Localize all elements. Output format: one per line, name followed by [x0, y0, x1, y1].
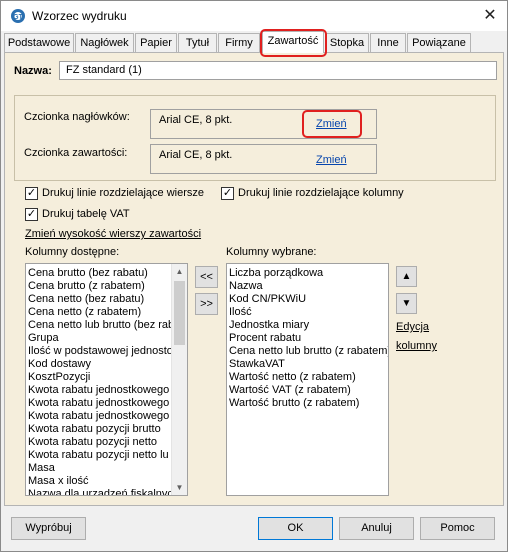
selected-items: Liczba porządkowa Nazwa Kod CN/PKWiU Ilo… — [227, 264, 388, 410]
tab-highlight-marker — [260, 29, 327, 57]
list-item[interactable]: Masa — [26, 462, 187, 475]
preview-button[interactable]: Wypróbuj — [11, 517, 86, 540]
row-height-link[interactable]: Zmień wysokość wierszy zawartości — [25, 228, 201, 240]
content-font-change-link[interactable]: Zmień — [316, 154, 347, 166]
list-item[interactable]: Cena netto (bez rabatu) — [26, 293, 187, 306]
list-item[interactable]: Kod dostawy — [26, 358, 187, 371]
list-item[interactable]: Wartość VAT (z rabatem) — [227, 384, 388, 397]
edit-columns-link-line2[interactable]: kolumny — [396, 340, 437, 352]
list-item[interactable]: Kwota rabatu pozycji netto lu — [26, 449, 187, 462]
move-up-icon[interactable]: ▲ — [396, 266, 417, 287]
list-item[interactable]: Kwota rabatu jednostkowego — [26, 384, 187, 397]
tab-inne[interactable]: Inne — [370, 33, 406, 52]
available-items: Cena brutto (bez rabatu) Cena brutto (z … — [26, 264, 187, 495]
list-item[interactable]: KosztPozycji — [26, 371, 187, 384]
tab-podstawowe[interactable]: Podstawowe — [4, 33, 74, 52]
content-font-value: Arial CE, 8 pkt. — [159, 149, 233, 161]
vat-table-label: Drukuj tabelę VAT — [42, 208, 130, 220]
scroll-thumb[interactable] — [174, 281, 185, 345]
add-column-button[interactable]: >> — [195, 293, 218, 315]
cancel-button[interactable]: Anuluj — [339, 517, 414, 540]
tab-naglowek[interactable]: Nagłówek — [75, 33, 134, 52]
tab-papier[interactable]: Papier — [135, 33, 177, 52]
name-input[interactable]: FZ standard (1) — [59, 61, 497, 80]
tab-firmy[interactable]: Firmy — [218, 33, 260, 52]
tab-stopka[interactable]: Stopka — [325, 33, 369, 52]
vat-table-checkbox[interactable]: ✓ — [25, 208, 38, 221]
window-title: Wzorzec wydruku — [32, 9, 127, 23]
edit-columns-link-line1[interactable]: Edycja — [396, 321, 429, 333]
list-item[interactable]: Kwota rabatu jednostkowego — [26, 397, 187, 410]
move-down-icon[interactable]: ▼ — [396, 293, 417, 314]
list-item[interactable]: Cena brutto (z rabatem) — [26, 280, 187, 293]
app-logo-icon: GT — [11, 9, 25, 23]
list-item[interactable]: Grupa — [26, 332, 187, 345]
list-item[interactable]: Ilość — [227, 306, 388, 319]
scroll-down-icon[interactable]: ▼ — [172, 480, 187, 495]
selected-columns-label: Kolumny wybrane: — [226, 246, 317, 258]
col-lines-checkbox[interactable]: ✓ — [221, 187, 234, 200]
content-font-label: Czcionka zawartości: — [24, 147, 128, 159]
tab-powiazane[interactable]: Powiązane — [407, 33, 471, 52]
list-item[interactable]: Ilość w podstawowej jednosto — [26, 345, 187, 358]
list-item[interactable]: Kwota rabatu jednostkowego — [26, 410, 187, 423]
list-item[interactable]: Jednostka miary — [227, 319, 388, 332]
list-item[interactable]: Nazwa — [227, 280, 388, 293]
svg-text:GT: GT — [13, 14, 23, 21]
remove-column-button[interactable]: << — [195, 266, 218, 288]
name-label: Nazwa: — [14, 65, 52, 77]
list-item[interactable]: Procent rabatu — [227, 332, 388, 345]
ok-button[interactable]: OK — [258, 517, 333, 540]
content-font-box: Arial CE, 8 pkt. Zmień — [150, 144, 377, 174]
header-font-label: Czcionka nagłówków: — [24, 111, 130, 123]
available-columns-label: Kolumny dostępne: — [25, 246, 120, 258]
selected-columns-list[interactable]: Liczba porządkowa Nazwa Kod CN/PKWiU Ilo… — [226, 263, 389, 496]
title-bar[interactable]: GT Wzorzec wydruku ✕ — [1, 1, 507, 31]
close-icon[interactable]: ✕ — [479, 5, 501, 27]
help-button[interactable]: Pomoc — [420, 517, 495, 540]
dialog-window: GT Wzorzec wydruku ✕ Podstawowe Nagłówek… — [0, 0, 508, 552]
available-list-scrollbar[interactable]: ▲ ▼ — [171, 264, 187, 495]
list-item[interactable]: Nazwa dla urządzeń fiskalnych — [26, 488, 187, 495]
header-font-value: Arial CE, 8 pkt. — [159, 114, 233, 126]
list-item[interactable]: Kwota rabatu pozycji netto — [26, 436, 187, 449]
list-item[interactable]: Kod CN/PKWiU — [227, 293, 388, 306]
scroll-up-icon[interactable]: ▲ — [172, 264, 187, 279]
list-item[interactable]: Cena netto lub brutto (z rabatem) — [227, 345, 388, 358]
content-panel: Nazwa: FZ standard (1) Czcionka nagłówkó… — [4, 52, 504, 506]
row-lines-label: Drukuj linie rozdzielające wiersze — [42, 187, 205, 199]
tab-tytul[interactable]: Tytuł — [178, 33, 217, 52]
list-item[interactable]: Wartość netto (z rabatem) — [227, 371, 388, 384]
list-item[interactable]: Kwota rabatu pozycji brutto — [26, 423, 187, 436]
list-item[interactable]: Masa x ilość — [26, 475, 187, 488]
col-lines-label: Drukuj linie rozdzielające kolumny — [238, 187, 404, 199]
list-item[interactable]: Liczba porządkowa — [227, 267, 388, 280]
row-lines-checkbox[interactable]: ✓ — [25, 187, 38, 200]
list-item[interactable]: Wartość brutto (z rabatem) — [227, 397, 388, 410]
available-columns-list[interactable]: Cena brutto (bez rabatu) Cena brutto (z … — [25, 263, 188, 496]
list-item[interactable]: Cena netto lub brutto (bez rab — [26, 319, 187, 332]
list-item[interactable]: Cena brutto (bez rabatu) — [26, 267, 187, 280]
list-item[interactable]: Cena netto (z rabatem) — [26, 306, 187, 319]
change-link-highlight — [302, 110, 362, 138]
list-item[interactable]: StawkaVAT — [227, 358, 388, 371]
